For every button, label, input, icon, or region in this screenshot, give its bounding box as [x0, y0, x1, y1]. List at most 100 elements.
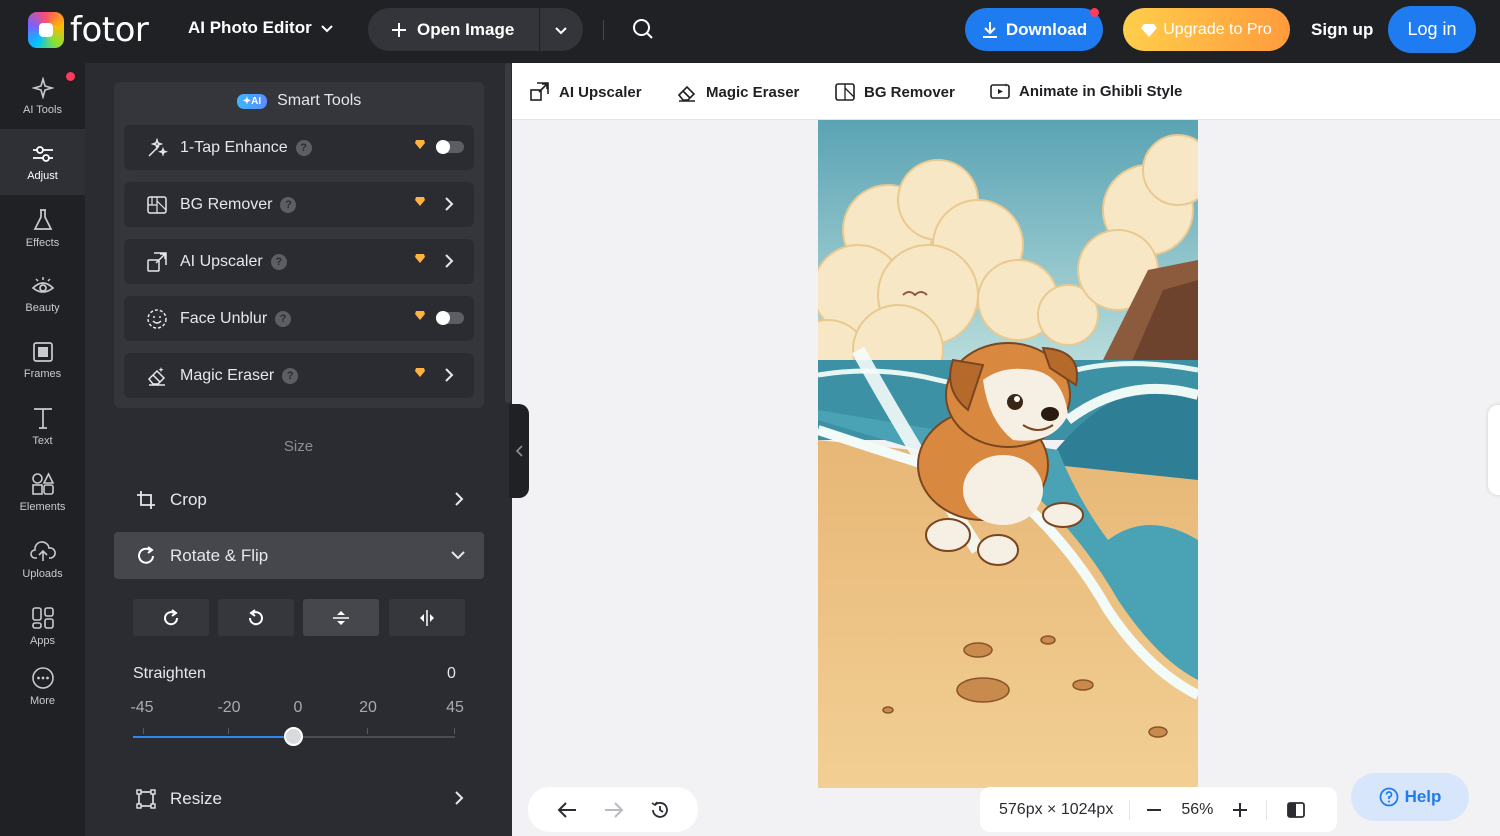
nav-label: Uploads: [22, 567, 63, 580]
enhance-toggle[interactable]: [436, 140, 464, 154]
upgrade-button[interactable]: Upgrade to Pro: [1123, 8, 1290, 51]
cloud-upload-icon: [29, 540, 56, 561]
sign-up-link[interactable]: Sign up: [1311, 20, 1373, 40]
straighten-slider-handle[interactable]: [284, 727, 303, 746]
quick-tool-magic-eraser[interactable]: Magic Eraser: [677, 82, 799, 102]
arrow-left-icon: [557, 801, 577, 818]
collapse-panel-button[interactable]: [509, 404, 529, 498]
tool-row-ai-upscaler[interactable]: AI Upscaler ?: [124, 239, 474, 284]
rotate-flip-row[interactable]: Rotate & Flip: [114, 532, 484, 579]
divider: [1266, 799, 1268, 820]
premium-diamond-icon: [415, 140, 425, 149]
rotate-clockwise-icon: [164, 608, 179, 625]
nav-item-uploads[interactable]: Uploads: [0, 527, 85, 593]
chevron-right-icon: [455, 492, 464, 506]
nav-item-adjust[interactable]: Adjust: [0, 129, 85, 195]
quick-tools-bar: AI Upscaler Magic Eraser BG Remover Anim…: [512, 63, 1500, 120]
upscale-icon: [530, 82, 549, 101]
nav-item-apps[interactable]: Apps: [0, 593, 85, 659]
question-circle-icon: [1379, 787, 1398, 807]
right-panel-tab[interactable]: [1488, 405, 1500, 495]
undo-button[interactable]: [556, 801, 578, 819]
nav-item-text[interactable]: Text: [0, 393, 85, 459]
search-button[interactable]: [632, 18, 654, 40]
bg-remover-icon: [147, 195, 167, 214]
nav-item-beauty[interactable]: Beauty: [0, 261, 85, 327]
premium-diamond-icon: [415, 368, 425, 377]
top-bar: fotor AI Photo Editor Open Image Downloa…: [0, 0, 1500, 63]
help-button[interactable]: Help: [1351, 773, 1469, 821]
open-image-button[interactable]: Open Image: [368, 8, 540, 51]
chevron-right-icon: [445, 368, 454, 382]
editor-menu-dropdown[interactable]: AI Photo Editor: [188, 18, 334, 38]
nav-item-more[interactable]: More: [0, 653, 85, 719]
nav-label: Text: [32, 434, 53, 447]
help-label: Help: [1404, 787, 1442, 806]
size-section-title: Size: [283, 438, 314, 455]
open-image-label: Open Image: [417, 19, 515, 39]
smart-tools-card: ✦AI Smart Tools 1-Tap Enhance ? BG Remov…: [114, 82, 484, 408]
quick-tool-animate-ghibli[interactable]: Animate in Ghibli Style: [990, 82, 1182, 100]
rotate-counterclockwise-button[interactable]: [218, 599, 294, 636]
quick-tool-label: AI Upscaler: [559, 83, 642, 101]
open-image-group: Open Image: [368, 8, 583, 51]
flip-horizontal-button[interactable]: [389, 599, 465, 636]
help-icon[interactable]: ?: [280, 196, 297, 213]
face-icon: [147, 308, 167, 329]
quick-tool-ai-upscaler[interactable]: AI Upscaler: [530, 82, 642, 102]
premium-diamond-icon: [415, 254, 425, 263]
slider-tick-label: -20: [217, 699, 241, 716]
nav-item-ai-tools[interactable]: AI Tools: [0, 63, 85, 129]
nav-item-frames[interactable]: Frames: [0, 327, 85, 393]
help-icon[interactable]: ?: [295, 139, 312, 156]
eye-icon: [31, 276, 54, 293]
redo-button[interactable]: [603, 801, 625, 819]
nav-label: Frames: [23, 367, 62, 380]
panel-scrollbar[interactable]: [505, 63, 511, 403]
rotate-clockwise-button[interactable]: [133, 599, 209, 636]
canvas-image[interactable]: [818, 120, 1198, 788]
nav-item-effects[interactable]: Effects: [0, 195, 85, 261]
download-button[interactable]: Download: [965, 8, 1103, 51]
open-image-dropdown[interactable]: [540, 8, 582, 51]
nav-item-elements[interactable]: Elements: [0, 459, 85, 525]
tool-row-bg-remover[interactable]: BG Remover ?: [124, 182, 474, 227]
slider-tick-label: 45: [446, 699, 464, 716]
more-icon: [31, 666, 54, 689]
straighten-label: Straighten: [133, 665, 206, 682]
slider-tick-label: -45: [130, 699, 154, 716]
smart-tools-title: Smart Tools: [277, 92, 362, 109]
fotor-logo[interactable]: fotor: [28, 12, 149, 48]
rotate-flip-label: Rotate & Flip: [170, 545, 269, 565]
tool-row-magic-eraser[interactable]: Magic Eraser ?: [124, 353, 474, 398]
flip-vertical-button[interactable]: [303, 599, 379, 636]
editor-menu-label: AI Photo Editor: [188, 18, 312, 37]
help-icon[interactable]: ?: [270, 253, 287, 270]
log-in-button[interactable]: Log in: [1388, 6, 1476, 53]
zoom-in-button[interactable]: [1232, 802, 1248, 818]
arrow-right-icon: [604, 801, 624, 818]
quick-tool-bg-remover[interactable]: BG Remover: [835, 82, 955, 102]
chevron-right-icon: [445, 197, 454, 211]
sliders-icon: [32, 145, 53, 162]
tool-row-1-tap-enhance[interactable]: 1-Tap Enhance ?: [124, 125, 474, 170]
flip-horizontal-icon: [420, 609, 434, 626]
rotate-icon: [138, 545, 154, 564]
tool-row-face-unblur[interactable]: Face Unblur ?: [124, 296, 474, 341]
shapes-icon: [31, 471, 54, 495]
fotor-logo-mark: [28, 12, 64, 48]
frame-icon: [32, 341, 53, 362]
nav-label: More: [29, 694, 56, 707]
crop-row[interactable]: Crop: [114, 476, 484, 523]
help-icon[interactable]: ?: [282, 367, 299, 384]
zoom-out-button[interactable]: [1146, 802, 1162, 818]
history-button[interactable]: [650, 800, 670, 820]
help-icon[interactable]: ?: [275, 310, 292, 327]
diamond-icon: [1141, 23, 1158, 37]
compare-button[interactable]: [1287, 801, 1306, 818]
face-unblur-toggle[interactable]: [436, 311, 464, 325]
tool-label: BG Remover: [180, 195, 273, 213]
resize-row[interactable]: Resize: [114, 775, 484, 822]
tool-label: Face Unblur: [180, 309, 268, 327]
resize-icon: [136, 788, 156, 809]
